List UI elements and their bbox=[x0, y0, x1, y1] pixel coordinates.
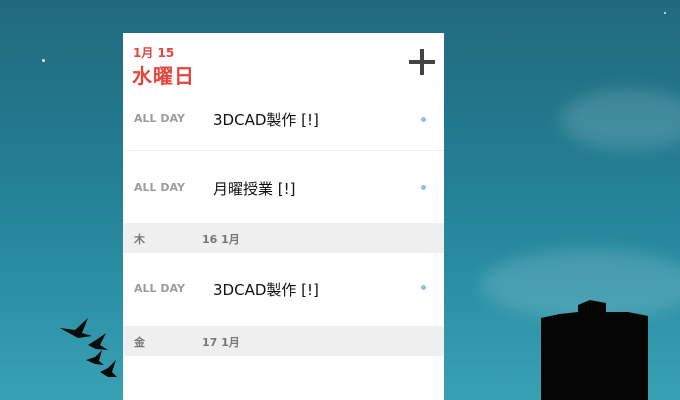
event-dot-icon bbox=[421, 285, 426, 290]
day-date-label: 17 1月 bbox=[202, 336, 240, 349]
event-item[interactable]: ALL DAY 月曜授業 [!] bbox=[123, 150, 444, 223]
event-title: 月曜授業 [!] bbox=[213, 180, 296, 198]
event-item[interactable]: ALL DAY 3DCAD製作 [!] bbox=[123, 253, 444, 326]
day-separator: 金 17 1月 bbox=[123, 326, 444, 356]
day-date-label: 16 1月 bbox=[202, 233, 240, 246]
event-item[interactable]: ALL DAY 3DCAD製作 [!] bbox=[123, 90, 444, 150]
day-of-week-label: 金 bbox=[134, 336, 145, 349]
event-title: 3DCAD製作 [!] bbox=[213, 281, 319, 299]
event-title: 3DCAD製作 [!] bbox=[213, 111, 319, 129]
calendar-widget: 1月 15 水曜日 ALL DAY 3DCAD製作 [!] ALL DAY 月曜… bbox=[123, 33, 444, 400]
event-dot-icon bbox=[421, 185, 426, 190]
current-weekday[interactable]: 水曜日 bbox=[132, 60, 195, 89]
all-day-label: ALL DAY bbox=[134, 181, 185, 194]
plus-icon[interactable] bbox=[409, 49, 435, 75]
day-separator: 木 16 1月 bbox=[123, 223, 444, 253]
current-date[interactable]: 1月 15 bbox=[133, 44, 174, 61]
event-dot-icon bbox=[421, 117, 426, 122]
all-day-label: ALL DAY bbox=[134, 282, 185, 295]
all-day-label: ALL DAY bbox=[134, 112, 185, 125]
day-of-week-label: 木 bbox=[134, 233, 145, 246]
widget-header: 1月 15 水曜日 bbox=[123, 33, 444, 90]
